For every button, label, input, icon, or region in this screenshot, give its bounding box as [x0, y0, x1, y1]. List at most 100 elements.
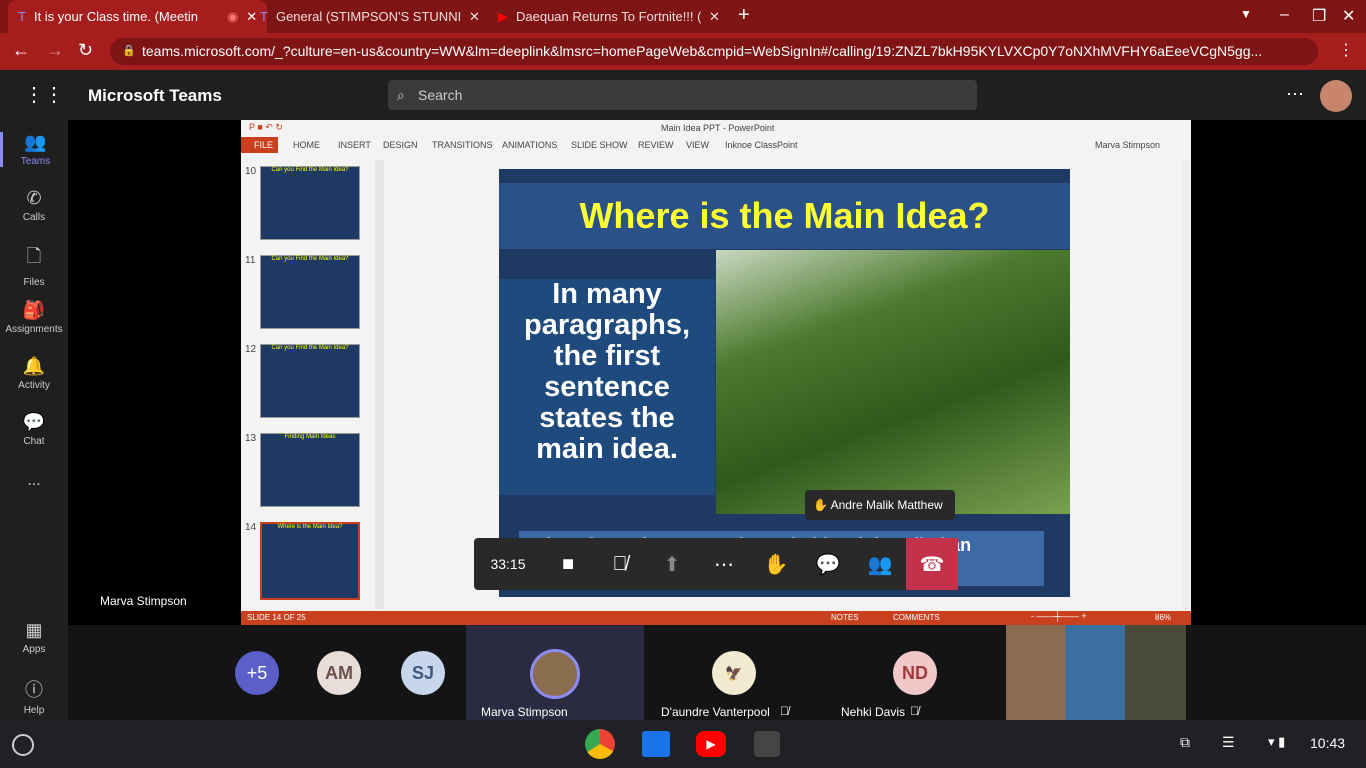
rail-help[interactable]: ⓘ Help: [0, 676, 68, 716]
presenter-name: Marva Stimpson: [100, 594, 187, 608]
slide-thumbnail[interactable]: Can you Find the Main Idea?: [260, 255, 360, 329]
rail-teams[interactable]: 👥 Teams: [0, 132, 68, 167]
menu-transitions[interactable]: TRANSITIONS: [432, 140, 493, 150]
ppt-user: Marva Stimpson: [1095, 140, 1161, 150]
rail-more[interactable]: ...: [0, 472, 68, 490]
menu-classpoint[interactable]: Inknoe ClassPoint: [725, 140, 798, 150]
camera-button[interactable]: ■: [542, 538, 594, 590]
browser-menu-icon[interactable]: ⋮: [1338, 40, 1354, 60]
participant-avatar[interactable]: SJ: [401, 651, 445, 695]
participant-avatar[interactable]: AM: [317, 651, 361, 695]
thumbnail-video-grid[interactable]: [1006, 625, 1186, 720]
search-input[interactable]: ⌕ Search: [388, 80, 977, 110]
slide-scrollbar[interactable]: [1181, 160, 1191, 609]
call-timer: 33:15: [490, 556, 526, 572]
bell-icon: 🔔: [22, 356, 46, 376]
mic-muted-button[interactable]: 🎙̸: [594, 538, 646, 590]
rail-files[interactable]: 🗋 Files: [0, 244, 68, 288]
tab-search-icon[interactable]: ▼: [1240, 7, 1252, 21]
flag-avatar: 🦅: [712, 651, 756, 695]
help-icon: ⓘ: [25, 680, 43, 700]
participant-tile[interactable]: ND Nehki Davis 🎙̸: [824, 625, 1004, 720]
backpack-icon: 🎒: [22, 300, 46, 320]
menu-insert[interactable]: INSERT: [338, 140, 371, 150]
slide-number: 13: [245, 433, 257, 444]
maximize-button[interactable]: ❐: [1312, 6, 1326, 26]
chat-button[interactable]: 💬: [802, 538, 854, 590]
menu-animations[interactable]: ANIMATIONS: [502, 140, 557, 150]
close-tab-icon[interactable]: ✕: [469, 9, 480, 25]
new-tab-button[interactable]: +: [738, 4, 750, 27]
zoom-slider[interactable]: - ——┼—— +: [1031, 611, 1141, 625]
more-actions-button[interactable]: ⋯: [698, 538, 750, 590]
recording-icon: ◉: [226, 8, 239, 24]
youtube-icon: ▶: [498, 8, 508, 24]
raised-hand-toast: ✋ Andre Malik Matthew: [805, 490, 955, 520]
clock[interactable]: 10:43: [1310, 735, 1345, 751]
taskbar: ▶ ⧉ ☰ ▾ ▮ 10:43: [0, 720, 1366, 768]
ppt-status-bar: SLIDE 14 OF 25 NOTES COMMENTS - ——┼—— + …: [241, 611, 1191, 625]
chrome-icon[interactable]: [585, 729, 615, 759]
menu-file[interactable]: FILE: [254, 140, 273, 150]
close-window-button[interactable]: ✕: [1342, 6, 1355, 26]
slide-thumbnail[interactable]: Can you Find the Main Idea?: [260, 166, 360, 240]
share-screen-button[interactable]: ⬆: [646, 538, 698, 590]
minimize-button[interactable]: –: [1280, 6, 1289, 24]
lock-icon: 🔒: [122, 45, 136, 57]
screen-capture-icon[interactable]: ⧉: [1180, 734, 1190, 751]
chat-icon: 💬: [22, 412, 46, 432]
browser-tab[interactable]: ▶ Daequan Returns To Fortnite!!! (✕: [488, 0, 730, 33]
youtube-icon[interactable]: ▶: [696, 731, 726, 757]
menu-review[interactable]: REVIEW: [638, 140, 674, 150]
menu-view[interactable]: VIEW: [686, 140, 709, 150]
launcher-button[interactable]: [12, 734, 34, 756]
menu-design[interactable]: DESIGN: [383, 140, 418, 150]
reload-button[interactable]: ↻: [78, 40, 93, 61]
menu-slide-show[interactable]: SLIDE SHOW: [571, 140, 628, 150]
menu-home[interactable]: HOME: [293, 140, 320, 150]
participants-button[interactable]: 👥: [854, 538, 906, 590]
forward-button[interactable]: →: [46, 40, 64, 61]
call-controls: 33:15 ■ 🎙̸ ⬆ ⋯ ✋ 💬 👥 ☎: [474, 538, 958, 590]
back-button[interactable]: ←: [12, 40, 30, 61]
raise-hand-button[interactable]: ✋: [750, 538, 802, 590]
app-launcher-icon[interactable]: ⋮⋮: [24, 82, 64, 107]
user-avatar[interactable]: [1320, 80, 1352, 112]
thumbnail-scrollbar[interactable]: [375, 160, 384, 609]
teams-icon: T: [260, 9, 268, 24]
participant-tile[interactable]: Marva Stimpson: [466, 625, 644, 720]
participant-tile[interactable]: 🦅 D'aundre Vanterpool 🎙̸: [644, 625, 824, 720]
slide-thumbnail-selected[interactable]: Where is the Main Idea?: [260, 522, 360, 600]
slide-thumbnail[interactable]: Finding Main Ideas: [260, 433, 360, 507]
mic-off-icon: 🎙̸: [780, 704, 789, 718]
slide-thumbnail[interactable]: Can you Find the Main Idea?: [260, 344, 360, 418]
url-field[interactable]: 🔒 teams.microsoft.com/_?culture=en-us&cou…: [110, 38, 1318, 65]
app-title: Microsoft Teams: [88, 86, 222, 105]
wifi-battery-icon[interactable]: ▾ ▮: [1268, 734, 1285, 750]
more-participants[interactable]: +5: [235, 651, 279, 695]
rail-assignments[interactable]: 🎒 Assignments: [0, 300, 68, 335]
more-options-icon[interactable]: ⋯: [1286, 84, 1304, 105]
phone-icon: ✆: [26, 188, 42, 208]
rail-activity[interactable]: 🔔 Activity: [0, 356, 68, 391]
close-tab-icon[interactable]: ✕: [709, 9, 720, 25]
rail-calls[interactable]: ✆ Calls: [0, 188, 68, 223]
slide-thumbnails: 10 Can you Find the Main Idea? 11 Can yo…: [241, 160, 386, 609]
hang-up-button[interactable]: ☎: [906, 538, 958, 590]
rail-chat[interactable]: 💬 Chat: [0, 412, 68, 447]
roblox-icon[interactable]: [754, 731, 780, 757]
search-icon: ⌕: [397, 87, 405, 103]
rail-apps[interactable]: ▦ Apps: [0, 620, 68, 655]
raised-hand-icon: ✋: [813, 498, 828, 512]
browser-tab[interactable]: T It is your Class time. (Meetin ◉ ✕: [8, 0, 268, 33]
slide-number: 11: [245, 255, 256, 266]
notes-button[interactable]: NOTES: [831, 613, 859, 622]
slide-title: Where is the Main Idea?: [499, 183, 1070, 249]
apps-icon: ▦: [25, 620, 43, 640]
files-icon[interactable]: [642, 731, 670, 757]
comments-button[interactable]: COMMENTS: [893, 613, 940, 622]
clipboard-icon[interactable]: ☰: [1222, 734, 1235, 751]
file-icon: 🗋: [26, 246, 42, 266]
browser-tab[interactable]: T General (STIMPSON'S STUNNING ✕: [250, 0, 490, 33]
slide-number: 10: [245, 166, 257, 177]
